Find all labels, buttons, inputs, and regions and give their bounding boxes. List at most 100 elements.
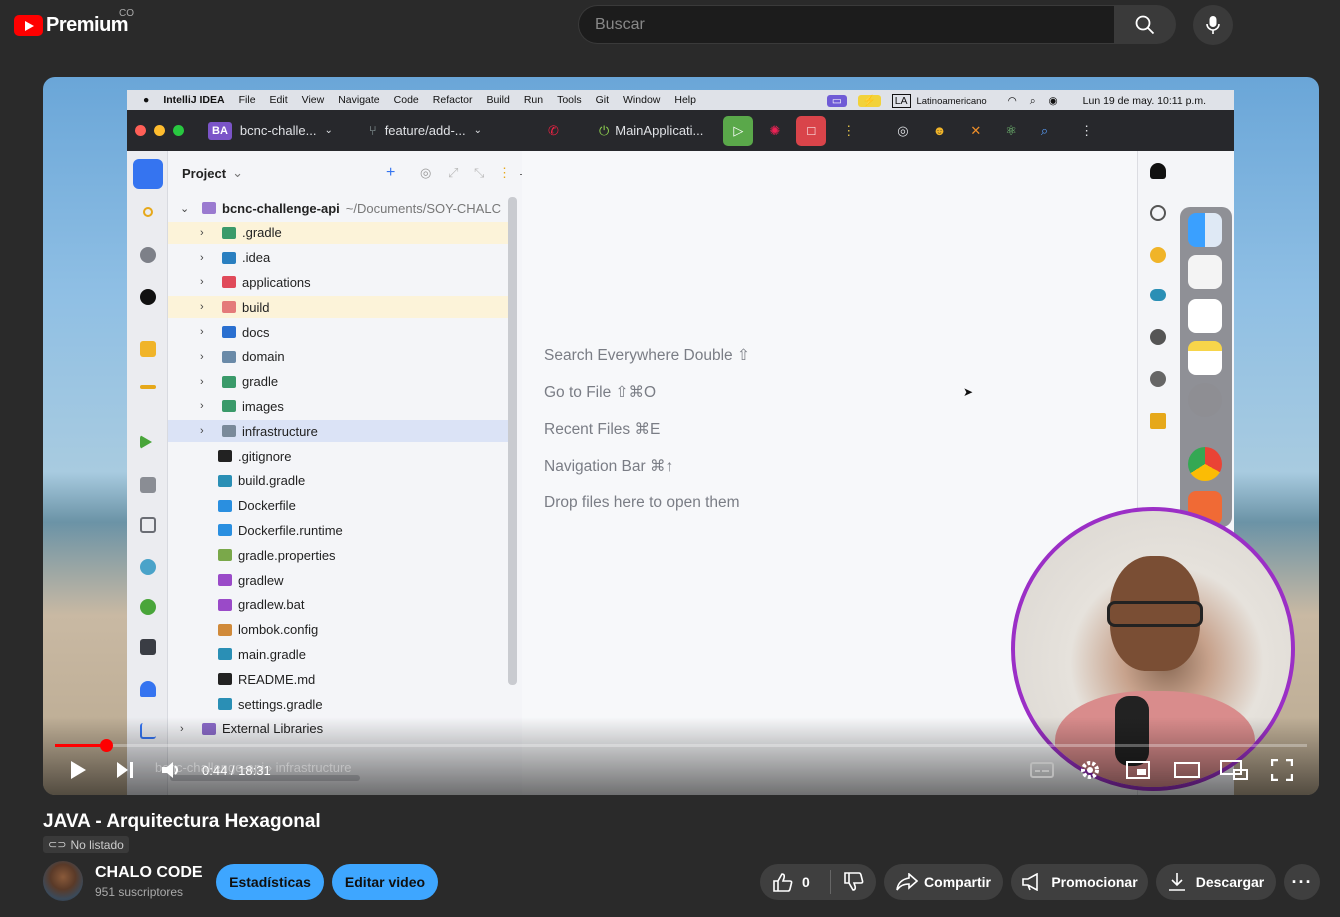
promote-button[interactable]: Promocionar (1011, 864, 1148, 900)
copilot-icon[interactable] (140, 247, 156, 263)
more-tools-icon[interactable] (140, 385, 156, 389)
project-view-icon[interactable] (133, 159, 163, 189)
chevron-right-icon[interactable]: › (200, 227, 212, 239)
chevron-right-icon[interactable]: › (200, 376, 212, 388)
tree-folder[interactable]: › docs (168, 321, 508, 343)
close-window-button[interactable] (135, 125, 146, 136)
tools-icon[interactable]: ✕ (970, 123, 981, 139)
tree-folder[interactable]: › .idea (168, 247, 508, 269)
theater-mode-button[interactable] (1174, 758, 1200, 782)
collapse-icon[interactable]: ⤡ (474, 165, 484, 181)
share-button[interactable]: Compartir (884, 864, 1003, 900)
reminders-icon[interactable] (1188, 299, 1222, 333)
channel-avatar[interactable] (43, 861, 83, 901)
voice-search-button[interactable] (1193, 5, 1233, 45)
like-button[interactable]: 0 (772, 872, 810, 892)
add-icon[interactable]: + (386, 164, 395, 182)
menu-code[interactable]: Code (394, 94, 419, 106)
settings-tool-icon[interactable] (140, 599, 156, 615)
database-icon[interactable] (140, 341, 156, 357)
search-icon[interactable]: ⌕ (1041, 123, 1048, 139)
progress-bar[interactable] (55, 739, 1307, 752)
tree-file[interactable]: settings.gradle (168, 693, 508, 715)
tree-folder[interactable]: › gradle (168, 371, 508, 393)
tree-folder[interactable]: › .gradle (168, 221, 508, 244)
todo-icon[interactable] (1150, 413, 1166, 429)
cast-button[interactable] (1220, 758, 1248, 782)
tree-folder[interactable]: › images (168, 395, 508, 417)
tree-scrollbar[interactable] (508, 197, 517, 685)
menu-run[interactable]: Run (524, 94, 543, 106)
more-actions-button[interactable]: ··· (1284, 864, 1320, 900)
dislike-button[interactable] (843, 872, 865, 892)
chrome-icon[interactable] (1188, 447, 1222, 481)
gradle-icon[interactable] (1150, 289, 1166, 301)
stats-button[interactable]: Estadísticas (216, 864, 324, 900)
ai-icon[interactable]: ◎ (897, 123, 908, 139)
chevron-down-icon[interactable]: ⌄ (180, 202, 192, 215)
volume-button[interactable] (161, 758, 181, 782)
problems-icon[interactable] (140, 681, 156, 697)
menu-app[interactable]: IntelliJ IDEA (163, 94, 224, 106)
edit-video-button[interactable]: Editar video (332, 864, 438, 900)
tree-file[interactable]: Dockerfile (168, 495, 508, 517)
menu-git[interactable]: Git (596, 94, 609, 106)
notes-icon[interactable] (1188, 341, 1222, 375)
notifications-icon[interactable] (1150, 163, 1166, 179)
menu-view[interactable]: View (302, 94, 325, 106)
copilot-edits-icon[interactable] (1150, 371, 1166, 387)
database-tool-icon[interactable] (1150, 247, 1166, 263)
tree-file[interactable]: README.md (168, 668, 508, 690)
project-panel-title[interactable]: Project (182, 166, 226, 181)
tree-file[interactable]: main.gradle (168, 643, 508, 665)
chevron-down-icon[interactable]: ⌄ (232, 165, 243, 181)
menu-build[interactable]: Build (486, 94, 509, 106)
copilot-chat-icon[interactable] (1150, 329, 1166, 345)
run-config-selector[interactable]: MainApplicati... (615, 123, 703, 138)
tree-file[interactable]: gradle.properties (168, 544, 508, 566)
tree-file[interactable]: lombok.config (168, 619, 508, 641)
menu-tools[interactable]: Tools (557, 94, 582, 106)
commit-icon[interactable] (143, 207, 153, 217)
structure-icon[interactable] (140, 517, 156, 533)
tree-folder[interactable]: › domain (168, 346, 508, 368)
search-input[interactable]: Buscar (578, 5, 1114, 44)
zoom-window-button[interactable] (173, 125, 184, 136)
terminal-icon[interactable] (140, 639, 156, 655)
phone-icon[interactable]: ✆ (548, 123, 559, 139)
chevron-right-icon[interactable]: › (200, 301, 212, 313)
tree-folder[interactable]: › applications (168, 271, 508, 293)
settings-button[interactable] (1079, 758, 1101, 782)
bookmarks-icon[interactable] (140, 477, 156, 493)
run-tool-icon[interactable] (140, 435, 152, 449)
kebab-menu-icon[interactable]: ⋮ (1080, 123, 1093, 139)
services-icon[interactable] (140, 559, 156, 575)
tree-file[interactable]: gradlew.bat (168, 594, 508, 616)
project-selector[interactable]: bcnc-challe... (240, 123, 317, 138)
chevron-right-icon[interactable]: › (200, 351, 212, 363)
tree-file[interactable]: build.gradle (168, 470, 508, 492)
debug-icon[interactable]: ✺ (769, 123, 780, 139)
miniplayer-button[interactable] (1126, 758, 1150, 782)
next-button[interactable] (115, 758, 135, 782)
system-settings-icon[interactable] (1188, 383, 1222, 417)
channel-name[interactable]: CHALO CODE (95, 864, 203, 882)
more-icon[interactable]: ⋮ (842, 123, 855, 139)
chevron-right-icon[interactable]: › (200, 425, 212, 437)
menu-help[interactable]: Help (674, 94, 696, 106)
menu-refactor[interactable]: Refactor (433, 94, 473, 106)
expand-icon[interactable]: ⤢ (448, 165, 458, 181)
tree-folder[interactable]: › infrastructure (168, 420, 508, 443)
github-icon[interactable] (140, 289, 156, 305)
branch-selector[interactable]: feature/add-... (385, 123, 466, 138)
users-icon[interactable]: ☻ (933, 123, 947, 138)
locate-icon[interactable]: ◎ (420, 165, 431, 181)
search-button[interactable] (1114, 5, 1176, 44)
chevron-right-icon[interactable]: › (200, 326, 212, 338)
progress-scrubber[interactable] (100, 739, 114, 752)
fullscreen-button[interactable] (1271, 758, 1293, 782)
chevron-right-icon[interactable]: › (200, 276, 212, 288)
atom-icon[interactable]: ⚛ (1005, 123, 1017, 139)
chevron-right-icon[interactable]: › (200, 252, 212, 264)
tree-folder[interactable]: › build (168, 296, 508, 319)
